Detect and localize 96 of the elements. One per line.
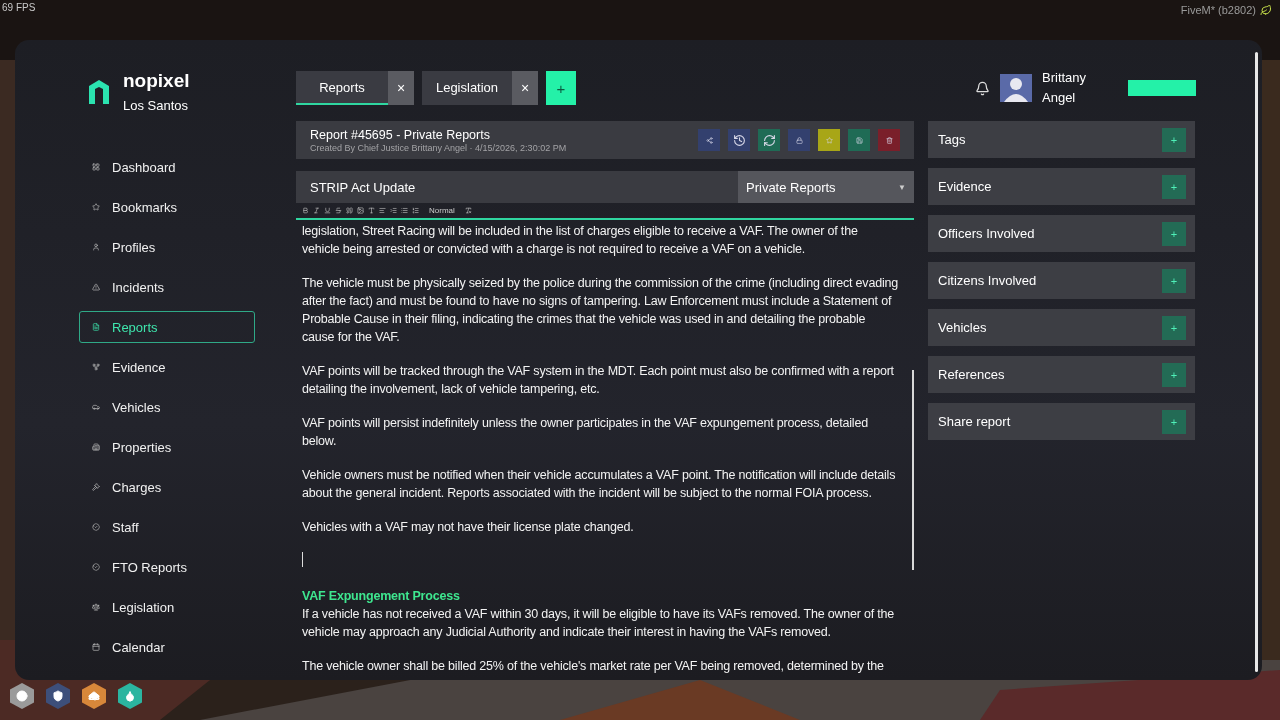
editor-paragraph: legislation, Street Racing will be included in the list of charges eligible to receive a VAF. The owner of the vehicle being arrested or convicted with a charge is not required to receive a VAF on a vehicle. xyxy=(302,223,859,258)
add-button[interactable]: + xyxy=(1162,409,1186,434)
history-icon xyxy=(732,133,746,147)
style-select[interactable]: Normal xyxy=(429,206,455,215)
add-button[interactable]: + xyxy=(1162,127,1186,152)
sidebar-item[interactable]: Profiles xyxy=(79,231,255,263)
nav-icon xyxy=(92,243,100,251)
sidebar-item[interactable]: Charges xyxy=(79,471,255,503)
leaf-icon xyxy=(1260,4,1272,16)
editor-paragraph: Vehicle owners must be notified when their vehicle accumulates a VAF point. The notification will include details about the general incident. Reports associated with the incident will be subject to the normal FOIA process. xyxy=(302,467,897,502)
role-badge xyxy=(1128,80,1196,96)
strikethrough-icon[interactable] xyxy=(335,207,342,214)
section-title: Officers Involved xyxy=(938,226,1035,241)
section-title: Evidence xyxy=(938,179,992,194)
nav-icon xyxy=(92,563,100,571)
add-button[interactable]: + xyxy=(1162,174,1186,199)
nav-icon xyxy=(92,363,100,371)
close-tab-button[interactable]: × xyxy=(388,71,414,105)
clear-format-icon[interactable] xyxy=(464,207,472,214)
image-icon[interactable] xyxy=(357,207,364,214)
delete-button[interactable] xyxy=(878,129,900,151)
share-button[interactable] xyxy=(698,129,720,151)
sidebar-item[interactable]: Dashboard xyxy=(79,151,255,183)
add-button[interactable]: + xyxy=(1162,268,1186,293)
add-button[interactable]: + xyxy=(1162,315,1186,340)
section-title: Share report xyxy=(938,414,1011,429)
editor-paragraph: If a vehicle has not received a VAF within 30 days, it will be eligible to have its VAFs removed. The owner of the vehicle may approach any Judicial Authority and indicate their interest in having the VAFs removed. xyxy=(302,606,896,641)
scrollbar[interactable] xyxy=(1255,52,1258,672)
section-heading: VAF Expungement Process xyxy=(302,588,461,605)
lock-icon xyxy=(795,136,803,144)
nav-icon xyxy=(92,603,100,611)
sidebar-item[interactable]: Vehicles xyxy=(79,391,255,423)
editor-paragraph: VAF points will persist indefinitely unless the owner participates in the VAF expungement process, detailed below. xyxy=(302,415,869,450)
lock-button[interactable] xyxy=(788,129,810,151)
star-button[interactable] xyxy=(818,129,840,151)
report-title: Report #45695 - Private Reports xyxy=(310,127,491,142)
brand-city: Los Santos xyxy=(123,98,190,113)
nav-icon xyxy=(92,523,100,531)
section-title: Tags xyxy=(938,132,966,147)
editor-paragraph: VAF points will be tracked through the VAF system in the MDT. Each point must also be confirmed with a report detailing the involvement, lack of vehicle tampering, etc. xyxy=(302,363,895,398)
numbered-list-icon[interactable] xyxy=(412,207,419,214)
list-icon[interactable] xyxy=(401,207,408,214)
star-icon xyxy=(825,136,833,144)
sidebar-item[interactable]: FTO Reports xyxy=(79,551,255,583)
category-select[interactable]: Private Reports ▼ xyxy=(738,171,914,203)
caret-icon: ▼ xyxy=(898,182,906,192)
sidebar-item[interactable]: Properties xyxy=(79,431,255,463)
indent-icon[interactable] xyxy=(390,207,397,214)
sidebar-item[interactable]: Staff xyxy=(79,511,255,543)
nav-icon xyxy=(92,443,100,451)
add-button[interactable]: + xyxy=(1162,362,1186,387)
bell-icon[interactable] xyxy=(975,80,990,96)
nav-icon xyxy=(92,403,100,411)
share-icon xyxy=(705,136,713,144)
user-name: Brittany Angel xyxy=(1042,69,1088,107)
align-icon[interactable] xyxy=(379,207,386,214)
bold-icon[interactable] xyxy=(302,207,309,214)
editor-paragraph: Vehicles with a VAF may not have their license plate changed. xyxy=(302,519,635,536)
brand-name: nopixel xyxy=(123,70,190,92)
report-name-field[interactable]: STRIP Act Update xyxy=(296,171,738,203)
close-tab-button[interactable]: × xyxy=(512,71,538,105)
text-cursor xyxy=(302,552,303,567)
quote-icon[interactable] xyxy=(346,207,353,214)
build-label: FiveM* (b2802) xyxy=(1180,4,1256,16)
sidebar-item[interactable]: Bookmarks xyxy=(79,191,255,223)
tab[interactable]: Legislation xyxy=(422,71,512,105)
nav-icon xyxy=(92,643,100,651)
underline-icon[interactable] xyxy=(324,207,331,214)
refresh-icon xyxy=(762,133,776,147)
fps-counter: 69 FPS xyxy=(2,2,36,13)
nav-icon xyxy=(92,163,100,171)
nav-icon xyxy=(92,283,100,291)
section-title: Vehicles xyxy=(938,320,987,335)
editor-paragraph: The vehicle must be physically seized by the police during the commission of the crime (including direct evading after the fact) and must be found to have no signs of tampering. Law Enforcement must include a Statement of Probable Cause in their filing, indicating the crimes that the vehicle was used in and detailing the probable cause for the VAF. xyxy=(302,275,898,346)
sidebar-item[interactable]: Legislation xyxy=(79,591,255,623)
sidebar-item[interactable]: Incidents xyxy=(79,271,255,303)
trash-icon xyxy=(885,136,893,144)
nav-icon xyxy=(92,323,100,331)
add-button[interactable]: + xyxy=(1162,221,1186,246)
section-title: Citizens Involved xyxy=(938,273,1037,288)
refresh-button[interactable] xyxy=(758,129,780,151)
section-title: References xyxy=(938,367,1005,382)
new-tab-button[interactable]: + xyxy=(546,71,576,105)
avatar xyxy=(1000,74,1032,102)
report-subtitle: Created By Chief Justice Brittany Angel · 4/15/2026, 2:30:02 PM xyxy=(310,142,567,153)
nav-icon xyxy=(92,203,100,211)
sidebar-item[interactable]: Evidence xyxy=(79,351,255,383)
italic-icon[interactable] xyxy=(313,207,320,214)
scrollbar[interactable] xyxy=(912,370,914,570)
logo-icon xyxy=(87,77,111,106)
sidebar-item[interactable]: Calendar xyxy=(79,631,255,663)
nav-icon xyxy=(92,483,100,491)
text-color-icon[interactable] xyxy=(368,207,375,214)
history-button[interactable] xyxy=(728,129,750,151)
editor-paragraph: The vehicle owner shall be billed 25% of the vehicle's market rate per VAF being removed, determined by the xyxy=(302,658,885,675)
sidebar-item[interactable]: Reports xyxy=(79,311,255,343)
